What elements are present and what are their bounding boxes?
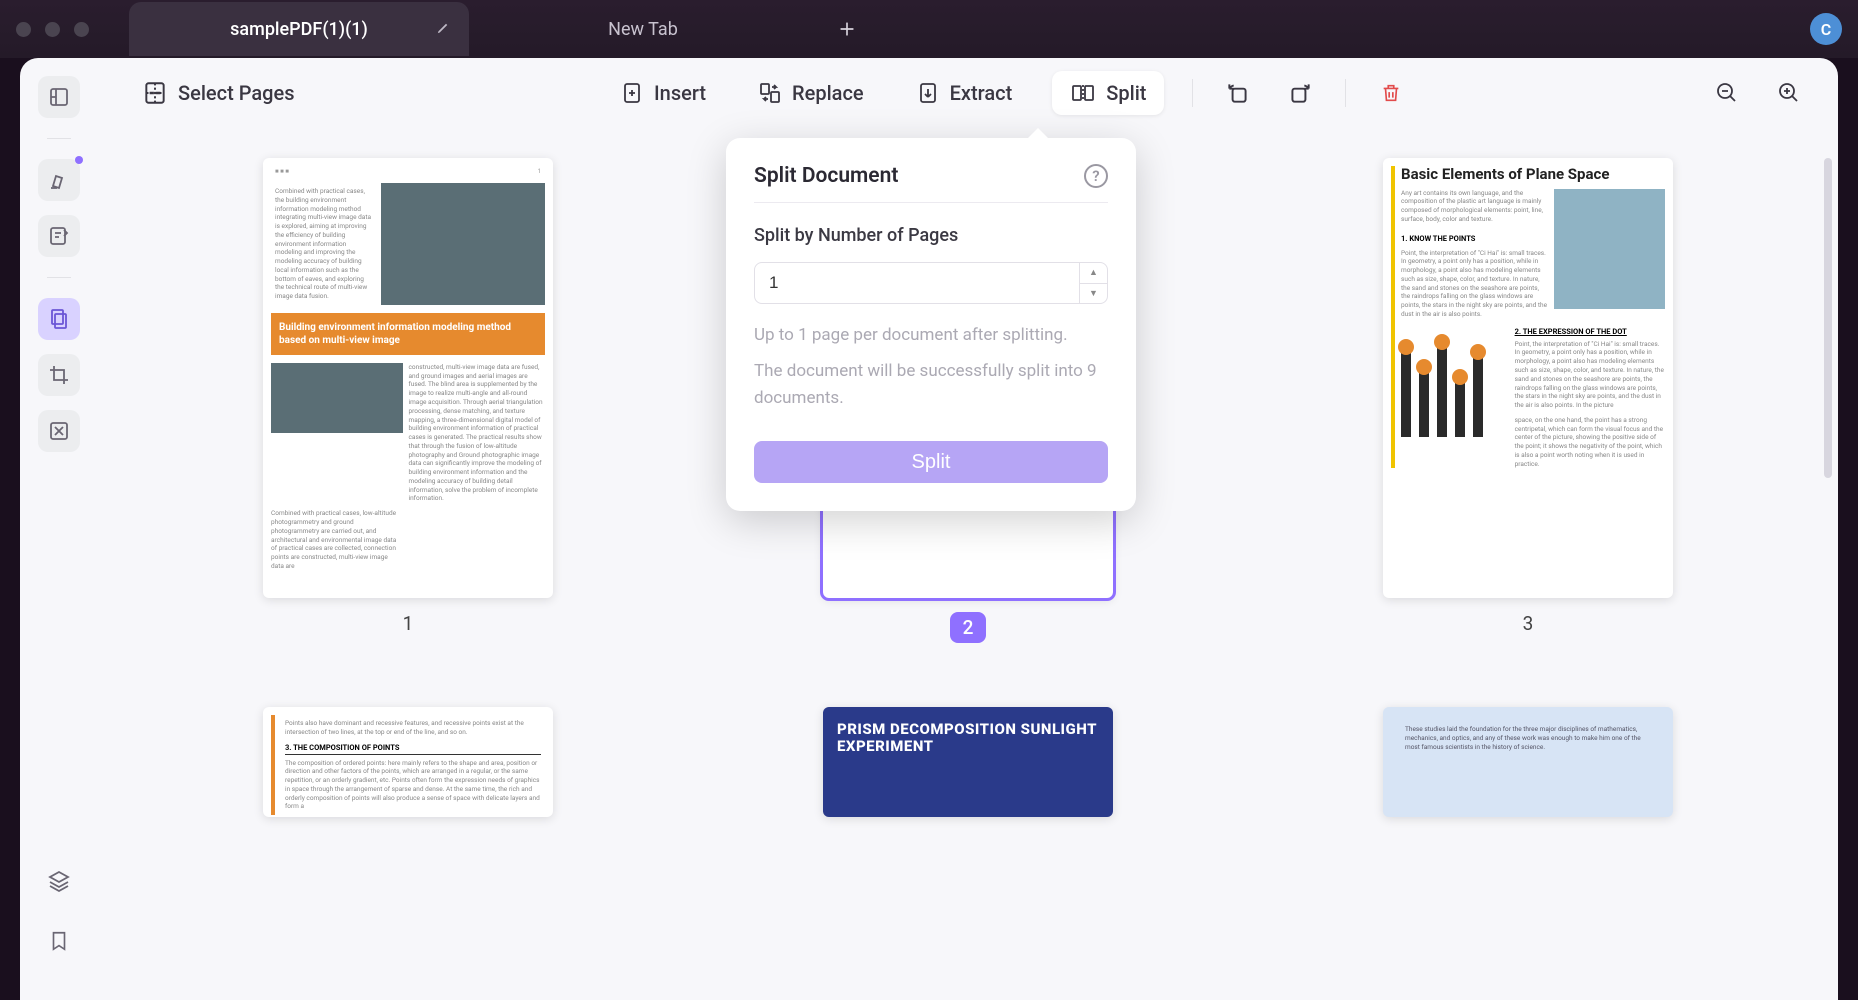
rotate-right-button[interactable] xyxy=(1283,76,1317,110)
sidebar xyxy=(20,58,98,1000)
popover-hint-2: The document will be successfully split … xyxy=(754,358,1108,411)
thumb-col: PRISM DECOMPOSITION SUNLIGHT EXPERIMENT xyxy=(823,707,1113,817)
mock-paragraph: constructed, multi-view image data are f… xyxy=(409,363,545,503)
sidebar-bookmark[interactable] xyxy=(38,920,80,962)
mock-dots-art xyxy=(1401,327,1507,437)
mock-image-icon xyxy=(271,363,403,433)
mock-paragraph xyxy=(407,509,545,570)
close-window-icon[interactable] xyxy=(16,22,31,37)
thumb-col: Points also have dominant and recessive … xyxy=(263,707,553,817)
avatar-letter: C xyxy=(1821,20,1831,39)
page-thumbnail[interactable]: Points also have dominant and recessive … xyxy=(263,707,553,817)
rotate-left-button[interactable] xyxy=(1221,76,1255,110)
split-button[interactable]: Split xyxy=(1052,71,1164,115)
mock-paragraph: The composition of ordered points: here … xyxy=(285,759,541,812)
pages-per-split-stepper[interactable]: ▲ ▼ xyxy=(754,262,1108,304)
sidebar-redact[interactable] xyxy=(38,410,80,452)
popover-title: Split Document xyxy=(754,164,898,188)
mock-paragraph: Combined with practical cases, low-altit… xyxy=(271,509,397,570)
sidebar-thumbnails[interactable] xyxy=(38,76,80,118)
page-thumbnail[interactable]: ■ ■ ■1 Combined with practical cases, th… xyxy=(263,158,553,598)
page-thumbnail[interactable]: These studies laid the foundation for th… xyxy=(1383,707,1673,817)
zoom-out-button[interactable] xyxy=(1710,76,1744,110)
mock-paragraph: Combined with practical cases, the build… xyxy=(275,187,371,301)
tab-strip: samplePDF(1)(1) New Tab xyxy=(129,0,1810,58)
popover-hint-1: Up to 1 page per document after splittin… xyxy=(754,322,1108,348)
user-avatar[interactable]: C xyxy=(1810,13,1842,45)
pencil-icon[interactable] xyxy=(436,20,451,39)
split-confirm-button[interactable]: Split xyxy=(754,441,1108,483)
insert-button[interactable]: Insert xyxy=(608,73,718,113)
help-icon[interactable]: ? xyxy=(1084,164,1108,188)
tab-new[interactable]: New Tab xyxy=(473,2,813,56)
content-area: Select Pages Insert Replace Extract Spli… xyxy=(98,58,1838,1000)
mock-paragraph: Point, the interpretation of "Ci Hai" is… xyxy=(1515,340,1665,410)
page-thumbnail[interactable]: PRISM DECOMPOSITION SUNLIGHT EXPERIMENT xyxy=(823,707,1113,817)
thumb-col: ■ ■ ■1 Combined with practical cases, th… xyxy=(263,158,553,643)
page-thumbnail[interactable]: Basic Elements of Plane Space Any art co… xyxy=(1383,158,1673,598)
insert-label: Insert xyxy=(654,81,706,105)
sidebar-page-edit[interactable] xyxy=(38,298,80,340)
maximize-window-icon[interactable] xyxy=(74,22,89,37)
select-pages-label: Select Pages xyxy=(178,81,294,105)
page-toolbar: Select Pages Insert Replace Extract Spli… xyxy=(98,58,1838,128)
mock-paragraph: These studies laid the foundation for th… xyxy=(1405,725,1651,751)
sidebar-separator xyxy=(47,138,71,139)
split-label: Split xyxy=(1106,81,1146,105)
thumb-col: Basic Elements of Plane Space Any art co… xyxy=(1383,158,1673,643)
select-pages-button[interactable]: Select Pages xyxy=(130,72,306,114)
minimize-window-icon[interactable] xyxy=(45,22,60,37)
mock-heading: Building environment information modelin… xyxy=(271,313,545,355)
page-number: 1 xyxy=(403,612,414,635)
mock-paragraph: Points also have dominant and recessive … xyxy=(285,719,541,737)
mock-subhead: 3. THE COMPOSITION OF POINTS xyxy=(285,743,541,752)
extract-label: Extract xyxy=(950,81,1013,105)
delete-button[interactable] xyxy=(1374,76,1408,110)
app-surface: Select Pages Insert Replace Extract Spli… xyxy=(20,58,1838,1000)
mock-paragraph: Point, the interpretation of "Ci Hai" is… xyxy=(1401,249,1548,319)
pages-per-split-input[interactable] xyxy=(755,263,1079,303)
sidebar-crop[interactable] xyxy=(38,354,80,396)
sidebar-annotate[interactable] xyxy=(38,215,80,257)
page-number: 3 xyxy=(1523,612,1534,635)
notification-dot-icon xyxy=(75,156,83,164)
thumb-col: These studies laid the foundation for th… xyxy=(1383,707,1673,817)
zoom-in-button[interactable] xyxy=(1772,76,1806,110)
tab-active[interactable]: samplePDF(1)(1) xyxy=(129,2,469,56)
mock-paragraph: space, on the one hand, the point has a … xyxy=(1515,416,1665,469)
toolbar-separator xyxy=(1345,79,1346,107)
mock-image-icon xyxy=(1554,189,1665,309)
add-tab-button[interactable] xyxy=(827,9,867,49)
window-controls xyxy=(16,22,89,37)
sidebar-highlighter[interactable] xyxy=(38,159,80,201)
stepper-down-icon[interactable]: ▼ xyxy=(1080,284,1107,304)
popover-subhead: Split by Number of Pages xyxy=(754,225,1108,246)
toolbar-separator xyxy=(1192,79,1193,107)
sidebar-separator xyxy=(47,277,71,278)
mock-subhead: 2. THE EXPRESSION OF THE DOT xyxy=(1515,327,1665,336)
sidebar-layers[interactable] xyxy=(38,860,80,902)
replace-button[interactable]: Replace xyxy=(746,73,876,113)
mock-heading: Basic Elements of Plane Space xyxy=(1401,166,1665,183)
replace-label: Replace xyxy=(792,81,864,105)
extract-button[interactable]: Extract xyxy=(904,73,1025,113)
mock-image-icon xyxy=(381,183,545,305)
vertical-scrollbar[interactable] xyxy=(1824,158,1832,478)
mock-subhead: 1. KNOW THE POINTS xyxy=(1401,234,1548,243)
mock-heading: PRISM DECOMPOSITION SUNLIGHT EXPERIMENT xyxy=(837,720,1097,755)
page-number-selected: 2 xyxy=(950,612,987,643)
tab-label: samplePDF(1)(1) xyxy=(230,19,368,40)
titlebar: samplePDF(1)(1) New Tab C xyxy=(0,0,1858,58)
popover-separator xyxy=(754,202,1108,203)
mock-paragraph: Any art contains its own language, and t… xyxy=(1401,189,1548,224)
tab-label: New Tab xyxy=(608,19,678,40)
stepper-up-icon[interactable]: ▲ xyxy=(1080,263,1107,284)
split-popover: Split Document ? Split by Number of Page… xyxy=(726,138,1136,511)
split-confirm-label: Split xyxy=(912,451,951,473)
